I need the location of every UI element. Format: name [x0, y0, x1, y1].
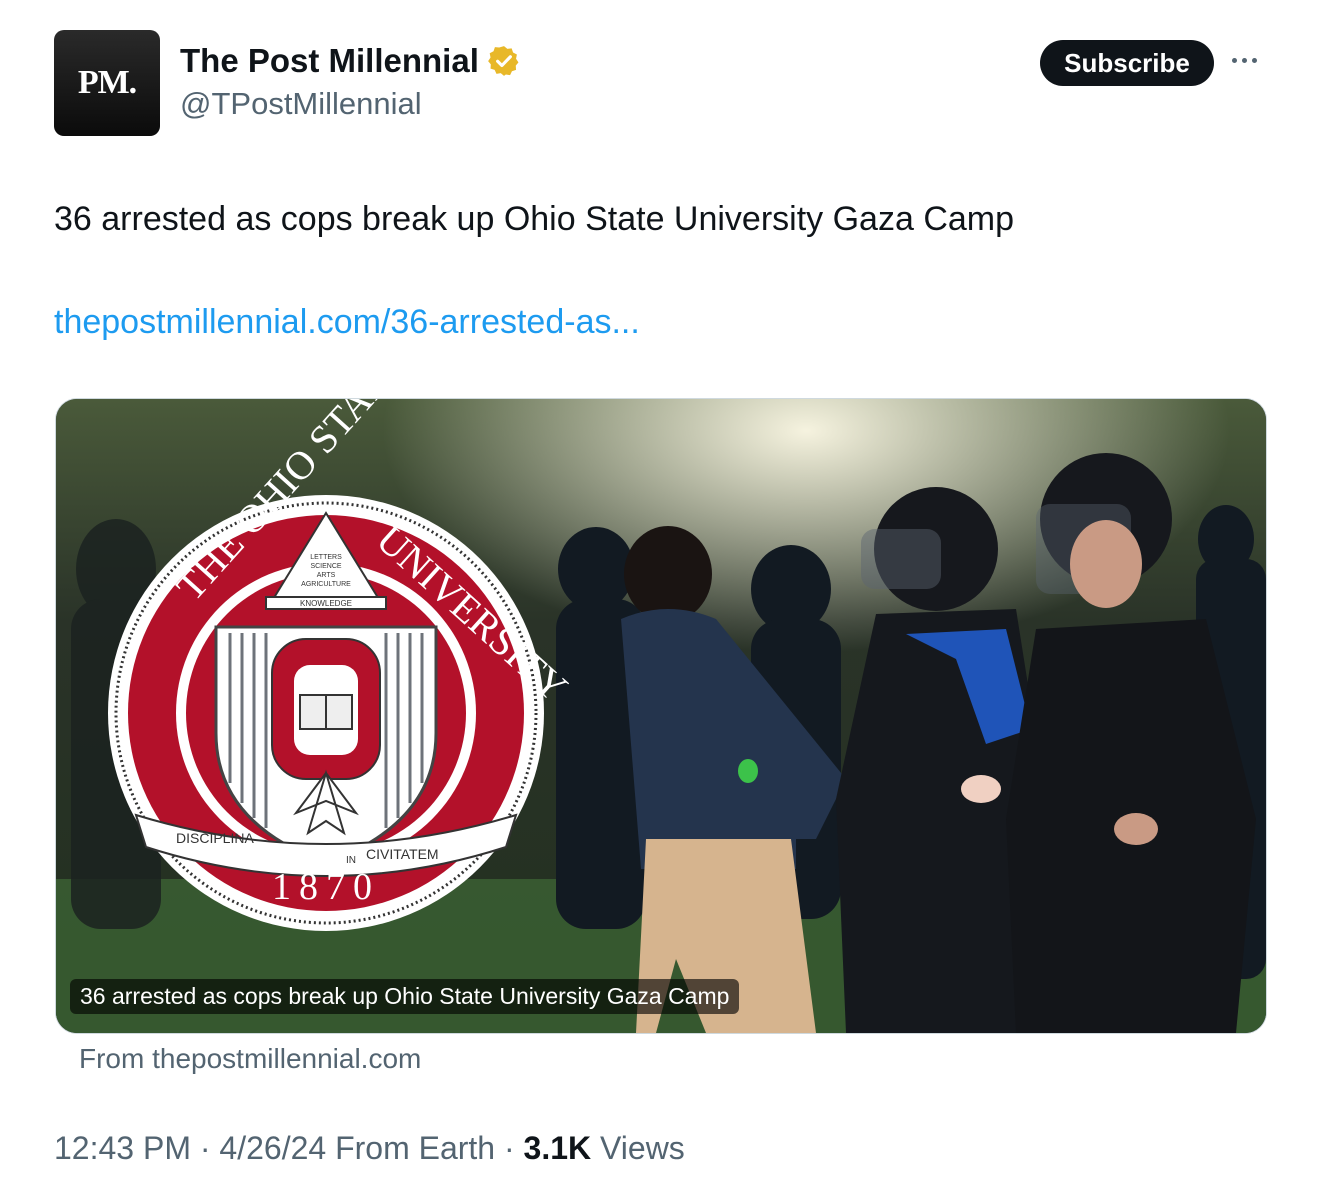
account-avatar[interactable]: PM.	[54, 30, 160, 136]
views-label: Views	[600, 1130, 685, 1166]
seal-motto-right: CIVITATEM	[366, 846, 439, 862]
seal-torch-line-1: LETTERS	[310, 554, 342, 561]
seal-knowledge: KNOWLEDGE	[300, 599, 352, 608]
card-photo: LETTERS SCIENCE ARTS AGRICULTURE KNOWLED…	[56, 399, 1266, 1033]
meta-separator: ·	[503, 1130, 515, 1166]
seal-motto-left: DISCIPLINA	[176, 830, 254, 846]
tweet-link[interactable]: thepostmillennial.com/36-arrested-as...	[54, 303, 640, 342]
card-caption: 36 arrested as cops break up Ohio State …	[70, 979, 740, 1014]
tweet-location: From Earth	[335, 1130, 496, 1166]
views-count: 3.1K	[523, 1130, 592, 1166]
account-handle[interactable]: @TPostMillennial	[180, 86, 422, 122]
avatar-logo-text: PM.	[77, 64, 137, 101]
display-name[interactable]: The Post Millennial	[180, 42, 479, 80]
seal-torch-line-3: ARTS	[317, 572, 336, 579]
subscribe-button[interactable]: Subscribe	[1040, 40, 1214, 86]
meta-separator: ·	[199, 1130, 211, 1166]
tweet-text: 36 arrested as cops break up Ohio State …	[54, 200, 1015, 238]
tweet-date[interactable]: 4/26/24	[219, 1130, 326, 1166]
link-preview-card[interactable]: LETTERS SCIENCE ARTS AGRICULTURE KNOWLED…	[55, 398, 1267, 1034]
more-options-icon[interactable]	[1232, 50, 1268, 70]
seal-motto-in: IN	[346, 855, 356, 866]
seal-torch-line-2: SCIENCE	[310, 563, 341, 570]
seal-torch-line-4: AGRICULTURE	[301, 581, 351, 588]
verified-badge-icon	[488, 46, 519, 76]
tweet-meta: 12:43 PM · 4/26/24 From Earth · 3.1K Vie…	[54, 1130, 685, 1167]
seal-year: 1870	[272, 866, 380, 908]
card-source[interactable]: From thepostmillennial.com	[79, 1043, 421, 1075]
account-name-row: The Post Millennial	[180, 42, 521, 80]
tweet-time[interactable]: 12:43 PM	[54, 1130, 191, 1166]
